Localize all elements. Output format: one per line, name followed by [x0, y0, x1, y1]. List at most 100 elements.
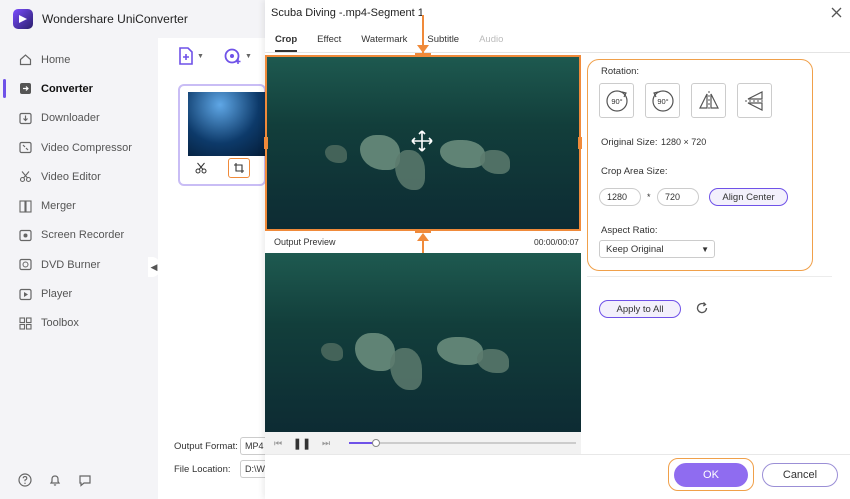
converter-toolbar: ▼ ▼ [178, 47, 252, 65]
skip-back-icon: ⏮ [273, 437, 283, 448]
collapse-sidebar-button[interactable]: ◀ [148, 257, 160, 277]
sidebar-item-merger[interactable]: Merger [0, 191, 158, 220]
help-icon[interactable] [18, 473, 32, 487]
reset-icon[interactable] [695, 301, 709, 315]
sidebar-bottom-icons [18, 473, 92, 487]
crop-handle-left[interactable] [264, 137, 268, 149]
crop-button[interactable] [228, 158, 250, 178]
rotate-left-button[interactable]: 90° [645, 83, 680, 118]
video-item-card[interactable] [178, 84, 268, 186]
player-controls: ⏮ ❚❚ ⏭ [265, 432, 581, 454]
app-title: Wondershare UniConverter [42, 12, 188, 26]
scissors-icon [195, 162, 207, 174]
sidebar-item-screen-recorder[interactable]: Screen Recorder [0, 221, 158, 250]
rotation-buttons: 90° 90° [599, 83, 772, 118]
crop-height-input[interactable]: 720 [657, 188, 699, 206]
flip-horizontal-icon [698, 90, 719, 111]
crop-width-input[interactable]: 1280 [599, 188, 641, 206]
rotate-clockwise-icon: 90° [605, 89, 628, 112]
sidebar-item-toolbox[interactable]: Toolbox [0, 309, 158, 338]
video-item-actions [190, 158, 250, 178]
progress-knob[interactable] [372, 439, 381, 447]
pause-icon: ❚❚ [292, 437, 312, 450]
apply-to-all-button[interactable]: Apply to All [599, 300, 681, 318]
sidebar-nav: Home Converter Downloader Video Compress… [0, 45, 158, 338]
sidebar-item-video-editor[interactable]: Video Editor [0, 162, 158, 191]
sidebar-item-player[interactable]: Player [0, 279, 158, 308]
sidebar-item-downloader[interactable]: Downloader [0, 104, 158, 133]
download-icon [18, 111, 32, 125]
merge-icon [18, 199, 32, 213]
rotate-counterclockwise-icon: 90° [651, 89, 674, 112]
tab-effect[interactable]: Effect [307, 34, 351, 50]
progress-slider[interactable] [349, 439, 576, 447]
crop-dialog: Scuba Diving -.mp4-Segment 1 Crop Effect… [264, 0, 850, 499]
add-file-button[interactable]: ▼ [178, 47, 204, 65]
tab-divider [265, 52, 850, 53]
add-media-button[interactable]: ▼ [224, 47, 252, 65]
add-media-icon [224, 48, 241, 64]
svg-text:90°: 90° [657, 97, 668, 106]
aspect-ratio-label: Aspect Ratio: [601, 225, 658, 236]
sidebar-item-converter[interactable]: Converter [0, 74, 158, 103]
file-location-label: File Location: [174, 464, 231, 475]
file-location-field[interactable]: D:\W [240, 460, 265, 478]
add-file-icon [179, 47, 193, 65]
output-format-label: Output Format: [174, 441, 238, 452]
app-header: Wondershare UniConverter [0, 0, 265, 38]
grid-icon [18, 316, 32, 330]
sidebar-item-label: Screen Recorder [41, 229, 125, 242]
aspect-ratio-value: Keep Original [606, 244, 664, 255]
ok-button[interactable]: OK [674, 463, 748, 487]
dialog-footer-divider [265, 454, 850, 455]
close-button[interactable] [828, 4, 844, 20]
sidebar-item-label: Converter [41, 82, 93, 95]
pause-button[interactable]: ❚❚ [292, 436, 312, 450]
chevron-left-icon: ◀ [150, 261, 158, 272]
flip-vertical-button[interactable] [737, 83, 772, 118]
rotation-label: Rotation: [601, 66, 640, 77]
previous-frame-button[interactable]: ⏮ [271, 436, 285, 450]
chevron-down-icon: ▼ [197, 52, 204, 60]
chevron-down-icon: ▼ [244, 52, 252, 60]
home-icon [18, 53, 32, 67]
crop-icon [234, 163, 244, 173]
annotation-arrowhead-down-icon [417, 45, 429, 53]
tab-watermark[interactable]: Watermark [351, 34, 417, 50]
settings-divider [587, 276, 832, 277]
aspect-ratio-select[interactable]: Keep Original ▼ [599, 240, 715, 258]
move-icon[interactable] [411, 130, 433, 152]
disc-icon [18, 258, 32, 272]
trim-button[interactable] [190, 158, 212, 178]
crop-handle-right[interactable] [578, 137, 582, 149]
record-icon [18, 228, 32, 242]
cancel-button[interactable]: Cancel [762, 463, 838, 487]
play-icon [18, 287, 32, 301]
sidebar-item-label: Toolbox [41, 317, 79, 330]
sidebar-item-home[interactable]: Home [0, 45, 158, 74]
original-size-value: 1280 × 720 [661, 137, 707, 147]
sidebar-item-label: Video Editor [41, 170, 101, 183]
align-center-button[interactable]: Align Center [709, 188, 788, 206]
video-thumbnail [188, 92, 268, 156]
output-video-preview [265, 253, 581, 432]
crop-area-label: Crop Area Size: [601, 166, 668, 177]
sidebar-item-dvd-burner[interactable]: DVD Burner [0, 250, 158, 279]
scissors-icon [18, 170, 32, 184]
output-preview-label: Output Preview [274, 237, 336, 247]
bell-icon[interactable] [48, 473, 62, 487]
sidebar: Wondershare UniConverter Home Converter … [0, 0, 188, 499]
app-logo-icon [13, 9, 33, 29]
sidebar-item-video-compressor[interactable]: Video Compressor [0, 133, 158, 162]
sidebar-item-label: Merger [41, 200, 76, 213]
flip-horizontal-button[interactable] [691, 83, 726, 118]
converter-icon [18, 82, 32, 96]
output-format-select[interactable]: MP4 [240, 437, 265, 455]
tab-crop[interactable]: Crop [265, 34, 307, 52]
close-icon [831, 7, 841, 17]
size-separator: * [647, 192, 651, 202]
rotate-right-button[interactable]: 90° [599, 83, 634, 118]
compress-icon [18, 141, 32, 155]
feedback-icon[interactable] [78, 473, 92, 487]
next-frame-button[interactable]: ⏭ [319, 436, 333, 450]
